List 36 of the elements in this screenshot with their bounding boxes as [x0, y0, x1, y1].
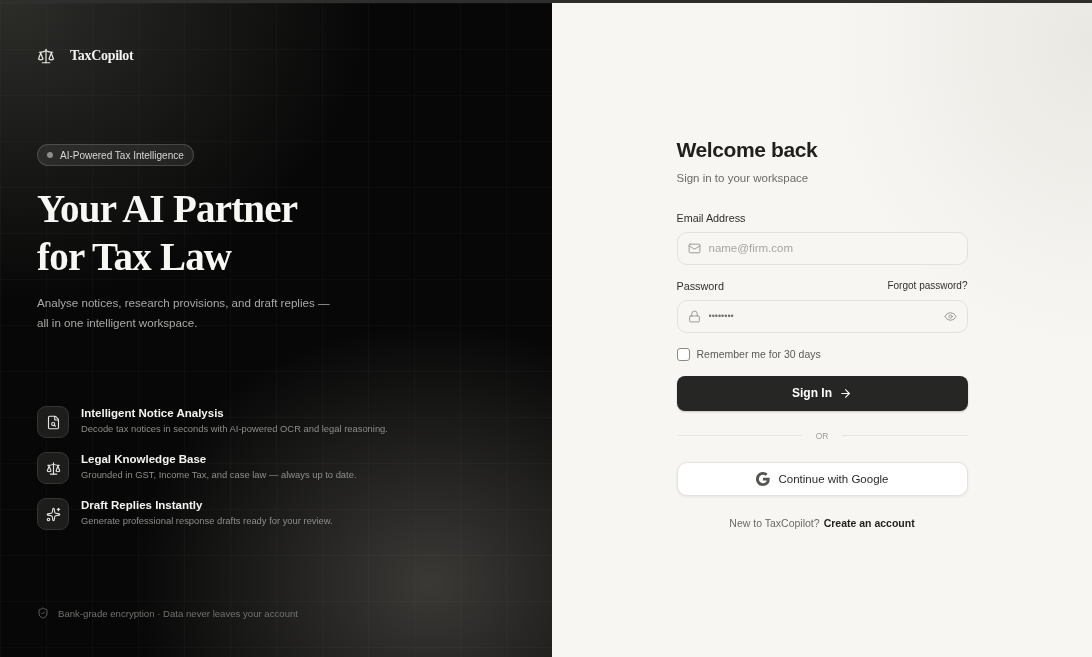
sparkle-icon	[45, 506, 61, 522]
feature-title: Legal Knowledge Base	[81, 453, 208, 465]
field-label: Password	[676, 279, 724, 292]
google-sign-in-button[interactable]: Continue with Google	[676, 461, 968, 496]
feature-description: Decode tax notices in seconds with AI-powered OCR and legal reasoning.	[81, 423, 388, 434]
feature-title: Intelligent Notice Analysis	[81, 407, 225, 419]
hero-headline: Your AI Partner for Tax Law	[37, 186, 299, 280]
document-search-icon	[45, 414, 61, 430]
field-label: Email Address	[676, 211, 746, 224]
shield-check-icon	[37, 607, 49, 619]
google-icon	[755, 471, 770, 486]
form-subtitle: Sign in to your workspace	[676, 171, 810, 184]
remember-label: Remember me for 30 days	[696, 348, 821, 360]
hero-subtitle: Analyse notices, research provisions, and draft replies — all in one intelligent workspace.	[37, 295, 331, 331]
arrow-right-icon	[839, 386, 852, 400]
sign-in-button[interactable]: Sign In	[676, 375, 968, 411]
email-field[interactable]: name@firm.com	[676, 231, 968, 265]
scale-icon	[45, 460, 61, 476]
brand-name: TaxCopilot	[70, 48, 134, 64]
mail-icon	[687, 241, 701, 255]
lock-icon	[687, 309, 701, 323]
scale-logo-icon	[37, 47, 55, 65]
create-account-link[interactable]: Create an account	[823, 516, 915, 529]
status-dot-icon	[47, 152, 53, 158]
signup-prompt: New to TaxCopilot?	[729, 516, 820, 529]
feature-description: Grounded in GST, Income Tax, and case law — always up to date.	[81, 469, 357, 480]
eye-icon[interactable]	[943, 309, 957, 323]
password-field[interactable]: ••••••••	[676, 299, 968, 333]
security-note: Bank-grade encryption · Data never leaves your account	[58, 607, 298, 619]
feature-title: Draft Replies Instantly	[81, 499, 204, 511]
divider-text: OR	[815, 430, 829, 441]
remember-checkbox[interactable]	[676, 347, 690, 361]
badge-text: AI-Powered Tax Intelligence	[60, 149, 184, 161]
form-title: Welcome back	[676, 137, 819, 162]
feature-description: Generate professional response drafts ready for your review.	[81, 515, 333, 526]
forgot-password-link[interactable]: Forgot password?	[887, 280, 968, 291]
